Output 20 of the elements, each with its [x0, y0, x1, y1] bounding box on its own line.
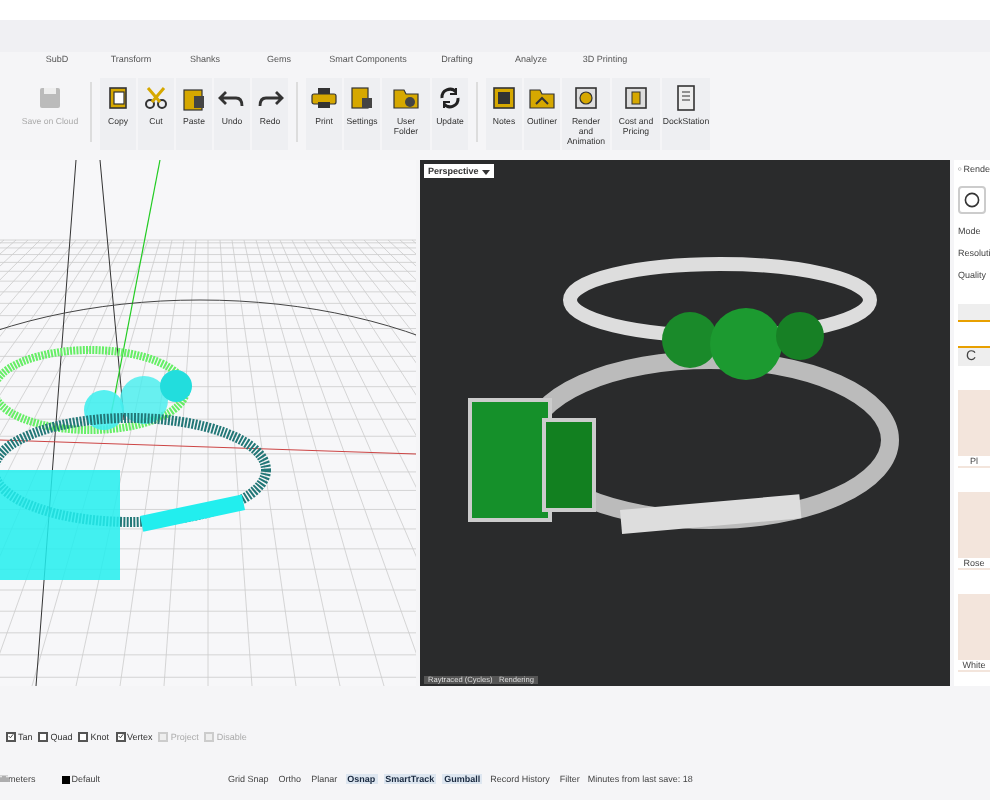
dropdown-arrow-icon	[482, 167, 491, 175]
folder-icon	[528, 84, 556, 112]
checkmark-icon	[8, 732, 14, 740]
checkbox[interactable]	[78, 731, 89, 741]
scissors-icon	[142, 84, 170, 112]
render-button[interactable]	[958, 186, 986, 214]
layer-color-swatch	[61, 775, 70, 783]
document-icon	[622, 84, 650, 112]
checkbox[interactable]	[6, 731, 16, 741]
panel-bar	[958, 304, 990, 322]
printer-icon	[310, 84, 338, 112]
folder-icon	[392, 84, 420, 112]
clipboard-icon	[180, 84, 208, 112]
checkbox[interactable]	[115, 731, 126, 741]
refresh-icon	[436, 84, 464, 112]
checkmark-icon	[117, 732, 124, 740]
document-lines-icon	[672, 84, 700, 112]
copy-icon	[104, 84, 132, 112]
circle-icon	[964, 192, 980, 208]
checkbox[interactable]	[38, 731, 49, 741]
